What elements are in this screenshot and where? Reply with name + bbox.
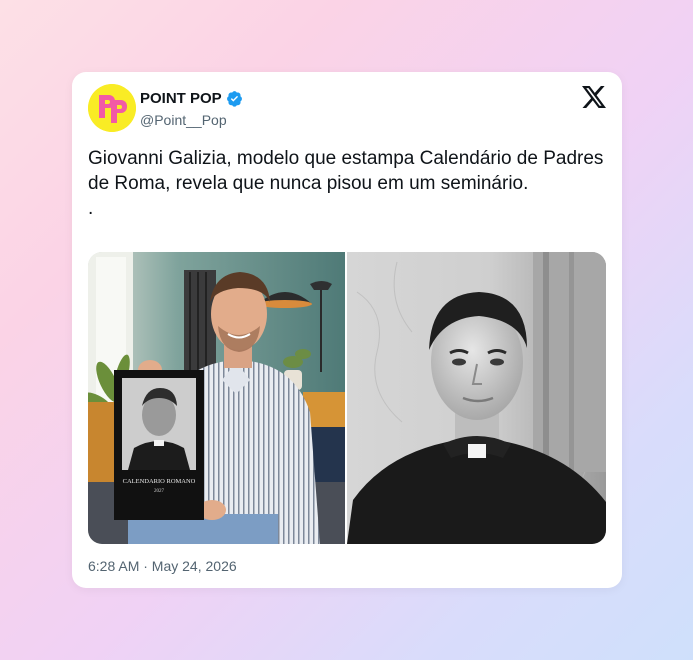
account-name[interactable]: POINT POP — [140, 90, 222, 107]
tweet-media[interactable]: CALENDARIO ROMANO 2027 — [88, 252, 606, 544]
tweet-card: POINT POP @Point__Pop Giovanni Galizia, … — [72, 72, 622, 588]
photo-man-holding-calendar: CALENDARIO ROMANO 2027 — [88, 252, 345, 544]
frame-year: 2027 — [154, 489, 165, 494]
account-handle[interactable]: @Point__Pop — [140, 112, 227, 128]
photo-priest-portrait — [347, 252, 606, 544]
avatar[interactable] — [88, 84, 136, 132]
frame-caption: CALENDARIO ROMANO — [123, 478, 196, 485]
x-logo-icon[interactable] — [582, 86, 606, 108]
account-name-row[interactable]: POINT POP — [140, 90, 243, 107]
media-photo-left[interactable]: CALENDARIO ROMANO 2027 — [88, 252, 345, 544]
verified-badge-icon — [226, 91, 242, 107]
media-photo-right[interactable] — [347, 252, 606, 544]
tweet-text: Giovanni Galizia, modelo que estampa Cal… — [88, 148, 604, 219]
avatar-logo — [88, 84, 136, 132]
tweet-timestamp[interactable]: 6:28 AM · May 24, 2026 — [88, 558, 237, 574]
